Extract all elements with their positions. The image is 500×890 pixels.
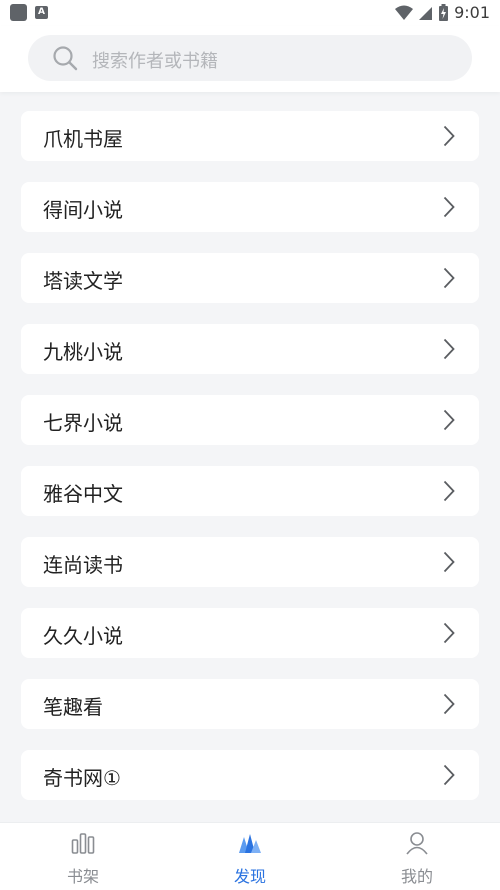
list-item[interactable]: 久久小说 (21, 608, 479, 658)
list-item[interactable]: 七界小说 (21, 395, 479, 445)
search-icon (53, 46, 78, 71)
tab-label: 书架 (66, 867, 99, 886)
list-item[interactable]: 连尚读书 (21, 537, 479, 587)
profile-icon (406, 832, 428, 855)
list-item[interactable]: 九桃小说 (21, 324, 479, 374)
chevron-right-icon (443, 622, 455, 644)
wifi-icon (395, 5, 414, 20)
tab-label: 我的 (400, 867, 433, 886)
search-header: 搜索作者或书籍 (0, 26, 500, 92)
list-item[interactable]: 奇书网① (21, 750, 479, 800)
list-item-label: 连尚读书 (43, 553, 123, 577)
chevron-right-icon (443, 480, 455, 502)
list-item-label: 七界小说 (43, 411, 123, 435)
discover-icon (239, 834, 261, 853)
chevron-right-icon (443, 551, 455, 573)
list-item[interactable]: 笔趣看 (21, 679, 479, 729)
tab-bookshelf[interactable]: 书架 (33, 823, 133, 890)
chevron-right-icon (443, 267, 455, 289)
source-list: 爪机书屋 得间小说 塔读文学 九桃小说 七界小说 雅谷中文 连尚读书 久久小说 … (21, 111, 479, 821)
tab-label: 发现 (233, 867, 266, 886)
list-item[interactable]: 塔读文学 (21, 253, 479, 303)
chevron-right-icon (443, 125, 455, 147)
status-bar: A 9:01 (0, 0, 500, 26)
bottom-tab-bar: 书架 发现 我的 (0, 822, 500, 890)
signal-icon (419, 6, 433, 20)
chevron-right-icon (443, 409, 455, 431)
tab-discover[interactable]: 发现 (200, 823, 300, 890)
status-right: 9:01 (395, 3, 490, 22)
a-notification-icon: A (35, 6, 48, 19)
list-item-label: 塔读文学 (43, 269, 123, 293)
search-input[interactable]: 搜索作者或书籍 (28, 35, 472, 81)
list-item-label: 奇书网① (43, 766, 121, 790)
list-item[interactable]: 得间小说 (21, 182, 479, 232)
chevron-right-icon (443, 764, 455, 786)
list-item-label: 九桃小说 (43, 340, 123, 364)
list-item-label: 得间小说 (43, 198, 123, 222)
app-square-icon (10, 4, 27, 21)
list-item[interactable]: 爪机书屋 (21, 111, 479, 161)
tab-profile[interactable]: 我的 (367, 823, 467, 890)
chevron-right-icon (443, 693, 455, 715)
battery-icon (439, 4, 449, 21)
list-item[interactable]: 雅谷中文 (21, 466, 479, 516)
list-item-label: 久久小说 (43, 624, 123, 648)
list-item-label: 笔趣看 (43, 695, 103, 719)
search-placeholder: 搜索作者或书籍 (92, 51, 218, 72)
chevron-right-icon (443, 196, 455, 218)
chevron-right-icon (443, 338, 455, 360)
bookshelf-icon (71, 833, 95, 854)
list-item-label: 爪机书屋 (43, 127, 123, 151)
list-item-label: 雅谷中文 (43, 482, 123, 506)
status-time: 9:01 (454, 3, 490, 22)
status-left: A (10, 4, 48, 21)
